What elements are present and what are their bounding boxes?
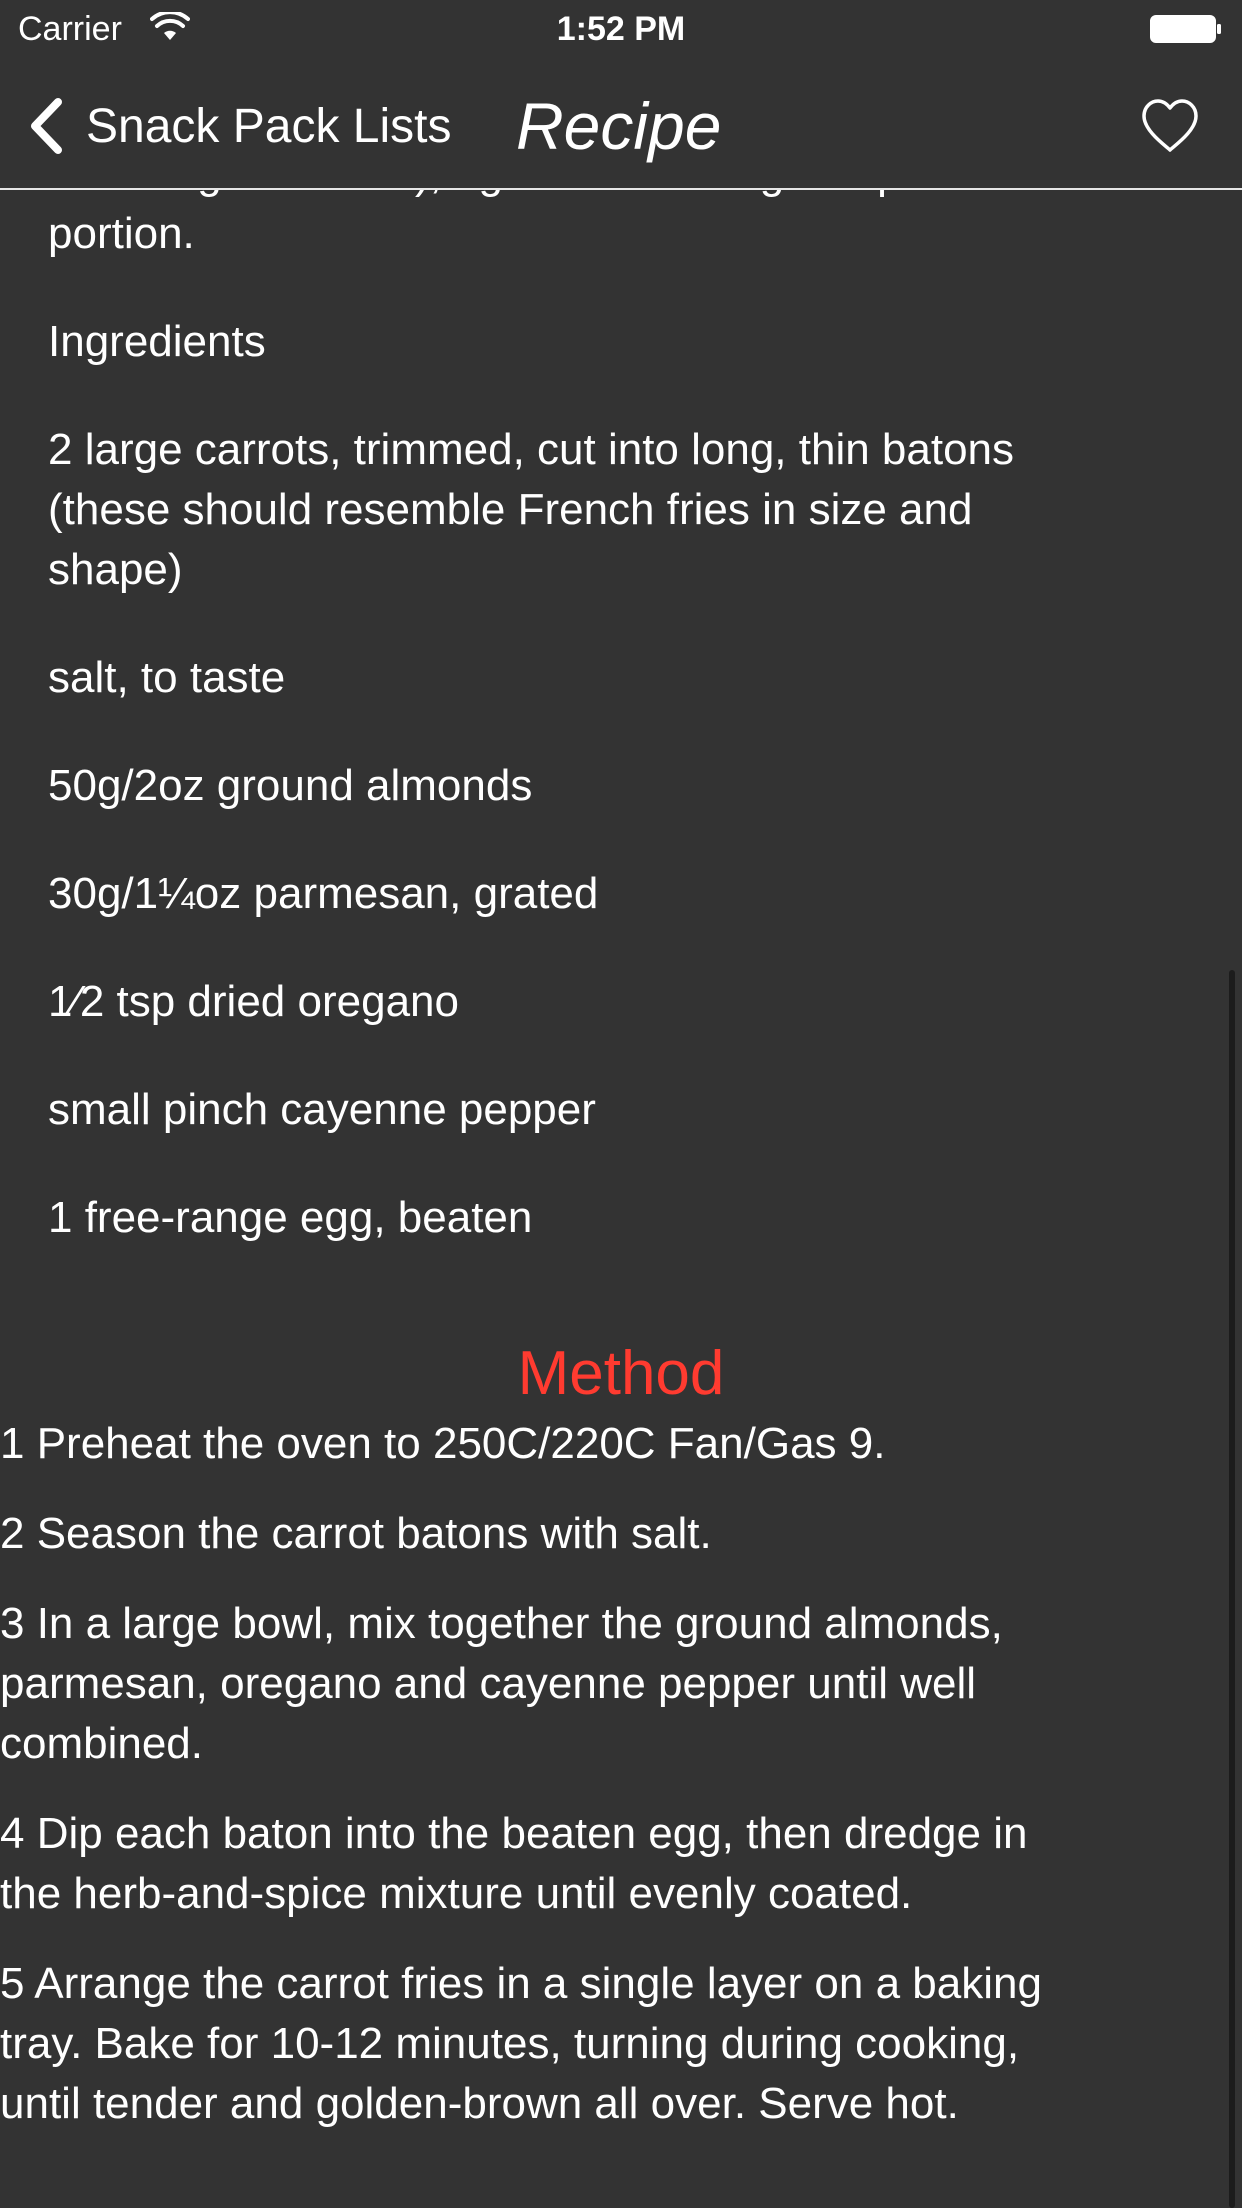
step-line: combined. (0, 1719, 204, 1768)
step-line: 1 Preheat the oven to 250C/220C Fan/Gas … (0, 1419, 886, 1468)
method-steps: 1 Preheat the oven to 250C/220C Fan/Gas … (0, 1414, 1242, 2134)
heart-outline-icon[interactable] (1140, 98, 1200, 154)
ingredient-line: (these should resemble French fries in s… (48, 485, 973, 534)
method-step: 5 Arrange the carrot fries in a single l… (0, 1954, 1242, 2134)
battery-icon (1150, 15, 1221, 43)
step-line: parmesan, oregano and cayenne pepper unt… (0, 1659, 976, 1708)
ingredient-item: 30g/1¼oz parmesan, grated (48, 869, 599, 918)
status-time: 1:52 PM (556, 10, 686, 48)
ingredients-section: which 5g saturates), 6g fibre and 0.5g s… (0, 144, 1242, 1248)
ingredients-heading: Ingredients (48, 317, 266, 366)
page-title: Recipe (516, 89, 722, 163)
step-line: until tender and golden-brown all over. … (0, 2079, 959, 2128)
method-step: 2 Season the carrot batons with salt. (0, 1504, 1242, 1564)
back-button[interactable]: Snack Pack Lists (28, 94, 451, 158)
method-step: 4 Dip each baton into the beaten egg, th… (0, 1804, 1242, 1924)
ingredient-item: small pinch cayenne pepper (48, 1085, 596, 1134)
step-line: 3 In a large bowl, mix together the grou… (0, 1599, 1003, 1648)
step-line: 5 Arrange the carrot fries in a single l… (0, 1959, 1042, 2008)
ingredient-item: salt, to taste (48, 653, 286, 702)
step-line: the herb-and-spice mixture until evenly … (0, 1869, 913, 1918)
recipe-screen: which 5g saturates), 6g fibre and 0.5g s… (0, 0, 1242, 2208)
back-button-label: Snack Pack Lists (86, 99, 452, 153)
ingredient-line: 2 large carrots, trimmed, cut into long,… (48, 425, 1015, 474)
ingredient-item: 1⁄2 tsp dried oregano (48, 977, 459, 1026)
nutrition-text-line: portion. (48, 209, 195, 258)
step-line: tray. Bake for 10-12 minutes, turning du… (0, 2019, 1020, 2068)
method-step: 1 Preheat the oven to 250C/220C Fan/Gas … (0, 1414, 1242, 1474)
method-step: 3 In a large bowl, mix together the grou… (0, 1594, 1242, 1774)
navigation-bar: Snack Pack Lists Recipe (0, 62, 1242, 190)
method-title: Method (517, 1339, 725, 1408)
step-line: 2 Season the carrot batons with salt. (0, 1509, 712, 1558)
scroll-indicator[interactable] (1229, 970, 1235, 2208)
ingredient-line: shape) (48, 545, 183, 594)
ingredient-item: 1 free-range egg, beaten (48, 1193, 533, 1242)
chevron-left-icon (31, 98, 62, 154)
step-line: 4 Dip each baton into the beaten egg, th… (0, 1809, 1028, 1858)
ingredient-item: 50g/2oz ground almonds (48, 761, 533, 810)
ingredient-item: 2 large carrots, trimmed, cut into long,… (48, 420, 1202, 600)
status-bar: Carrier 1:52 PM (0, 0, 1242, 62)
recipe-content[interactable]: which 5g saturates), 6g fibre and 0.5g s… (0, 144, 1242, 2134)
